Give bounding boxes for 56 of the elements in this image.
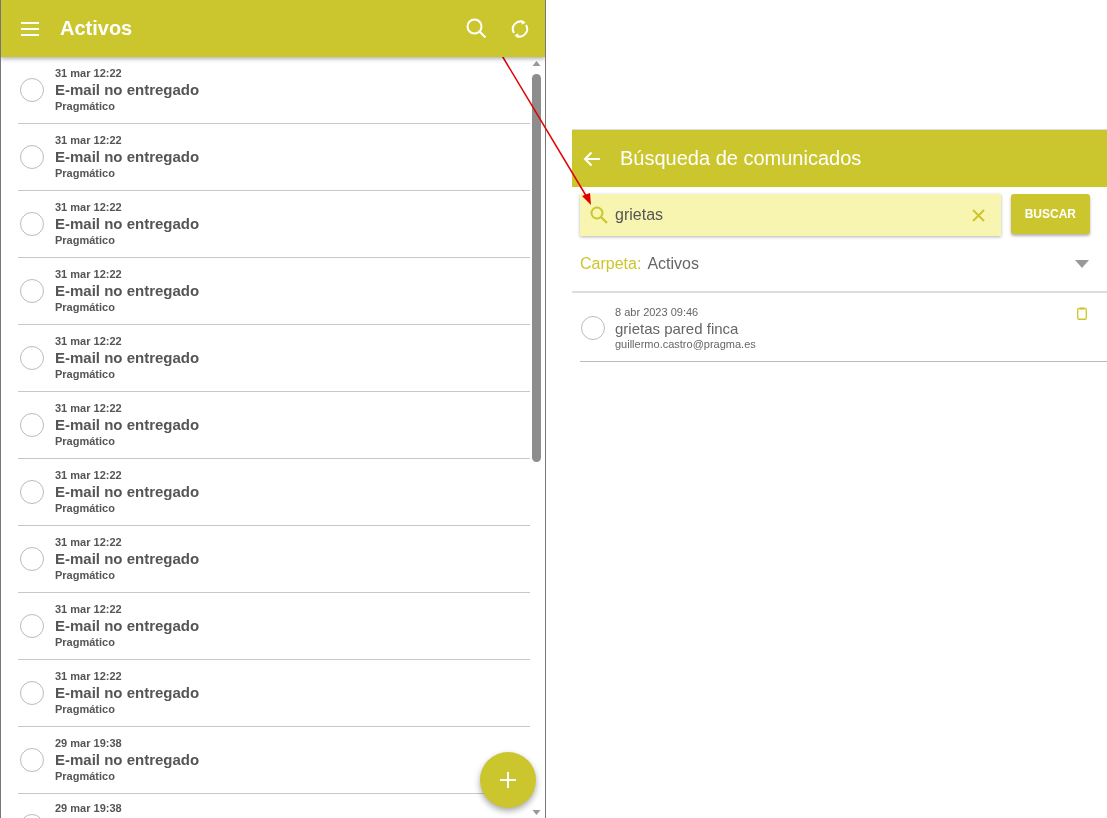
search-icon[interactable]: [466, 18, 487, 39]
message-subject: E-mail no entregado: [55, 281, 200, 301]
message-sender: Pragmático: [55, 100, 116, 113]
search-bar[interactable]: grietas: [580, 194, 1001, 236]
message-sender: Pragmático: [55, 368, 116, 381]
message-date: 31 mar 12:22: [55, 201, 123, 214]
message-date: 31 mar 12:22: [55, 335, 123, 348]
back-arrow-icon[interactable]: [583, 150, 601, 167]
scrollbar[interactable]: [530, 58, 543, 818]
search-field[interactable]: grietas: [615, 206, 965, 224]
search-icon: [590, 206, 608, 224]
message-date: 31 mar 12:22: [55, 670, 123, 683]
plus-icon: [500, 772, 516, 788]
message-date: 31 mar 12:22: [55, 134, 123, 147]
message-sender: Pragmático: [55, 569, 116, 582]
message-date: 31 mar 12:22: [55, 268, 123, 281]
message-sender: guillermo.castro@pragma.es: [615, 338, 757, 351]
message-subject: grietas pared finca: [615, 319, 740, 338]
dropdown-caret-icon: [1075, 259, 1089, 268]
message-sender: Pragmático: [55, 636, 116, 649]
message-subject: E-mail no entregado: [55, 348, 200, 368]
folder-dropdown[interactable]: Carpeta: Activos: [572, 236, 1107, 293]
folder-value: Activos: [647, 254, 700, 273]
screen-title: Activos: [60, 17, 134, 40]
folder-label: Carpeta:: [580, 254, 642, 273]
message-sender: Pragmático: [55, 301, 116, 314]
message-sender: Pragmático: [55, 435, 116, 448]
clipboard-icon: [1077, 307, 1087, 320]
screen-title: Búsqueda de comunicados: [620, 147, 862, 170]
message-date: 31 mar 12:22: [55, 67, 123, 80]
clear-icon[interactable]: [971, 208, 985, 222]
message-subject: E-mail no entregado: [55, 147, 200, 167]
message-subject: E-mail no entregado: [55, 482, 200, 502]
message-date: 31 mar 12:22: [55, 603, 123, 616]
message-sender: Pragmático: [55, 234, 116, 247]
message-subject: E-mail no entregado: [55, 80, 200, 100]
add-button[interactable]: [480, 752, 536, 808]
message-sender: Pragmático: [55, 167, 116, 180]
message-date: 31 mar 12:22: [55, 536, 123, 549]
message-subject: E-mail no entregado: [55, 683, 200, 703]
message-date: 29 mar 19:38: [55, 737, 123, 750]
message-date: 8 abr 2023 09:46: [615, 305, 700, 319]
message-sender: Pragmático: [55, 703, 116, 716]
message-subject: E-mail no entregado: [55, 616, 200, 636]
message-subject: E-mail no entregado: [55, 214, 200, 234]
message-sender: Pragmático: [55, 502, 116, 515]
message-subject: E-mail no entregado: [55, 415, 200, 435]
message-subject: E-mail no entregado: [55, 750, 200, 770]
message-date: 31 mar 12:22: [55, 469, 123, 482]
message-date: 31 mar 12:22: [55, 402, 123, 415]
result-row[interactable]: 8 abr 2023 09:46 grietas pared finca guillermo.castro@pragma.es: [580, 299, 1107, 362]
refresh-icon[interactable]: [509, 17, 531, 40]
message-subject: E-mail no entregado: [55, 549, 200, 569]
message-date: 29 mar 19:38: [55, 802, 122, 815]
message-sender: Pragmático: [55, 770, 116, 783]
menu-icon[interactable]: [20, 20, 40, 37]
